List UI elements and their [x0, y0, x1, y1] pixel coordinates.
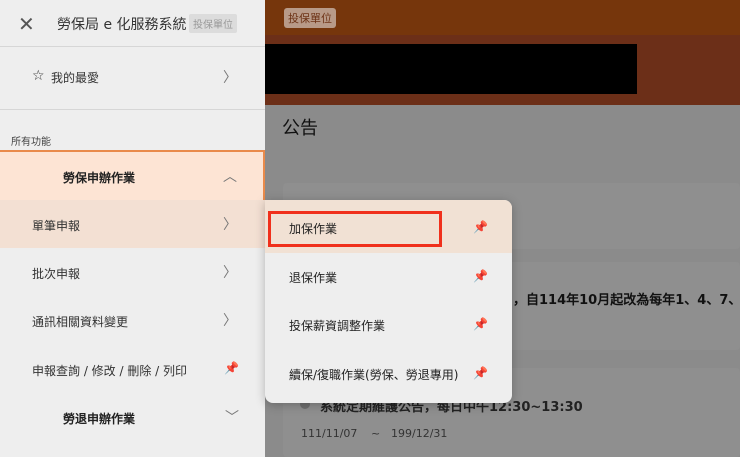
sidebar-item-contact-change[interactable]: 通訊相關資料變更 〉	[0, 296, 265, 344]
chevron-down-icon: ﹀	[225, 410, 239, 426]
pin-icon[interactable]: 📌	[473, 220, 488, 234]
role-badge: 投保單位	[189, 14, 237, 33]
sidebar-item-single-report[interactable]: 單筆申報 〉	[0, 200, 265, 248]
submenu-popup: 加保作業 📌 退保作業 📌 投保薪資調整作業 📌 續保/復職作業(勞保、勞退專用…	[265, 200, 512, 403]
favorites-item[interactable]: ☆ 我的最愛 〉	[0, 47, 265, 110]
star-icon: ☆	[32, 68, 45, 84]
role-badge: 投保單位	[284, 8, 336, 28]
banner	[265, 35, 740, 105]
section-label: 所有功能	[11, 137, 51, 148]
pin-icon[interactable]: 📌	[224, 361, 239, 375]
pin-icon[interactable]: 📌	[473, 366, 488, 380]
submenu-item-add-insurance[interactable]: 加保作業 📌	[265, 200, 512, 253]
sidebar-item-report-query[interactable]: 申報查詢 / 修改 / 刪除 / 列印 📌	[0, 345, 265, 393]
chevron-right-icon: 〉	[223, 70, 237, 86]
app-title: 勞保局 e 化服務系統	[57, 17, 187, 33]
chevron-right-icon: 〉	[223, 313, 237, 329]
redacted-block	[265, 44, 637, 94]
sidebar-section-labor-pension[interactable]: 勞退申辦作業 ﹀	[0, 393, 265, 441]
page-title: 公告	[282, 118, 318, 139]
sidebar-item-batch-report[interactable]: 批次申報 〉	[0, 248, 265, 296]
chevron-right-icon: 〉	[223, 217, 237, 233]
close-icon[interactable]: ✕	[18, 12, 35, 36]
submenu-item-continue-insurance[interactable]: 續保/復職作業(勞保、勞退專用) 📌	[265, 350, 512, 398]
submenu-item-salary-adjust[interactable]: 投保薪資調整作業 📌	[265, 301, 512, 349]
sidebar-header: ✕ 勞保局 e 化服務系統 投保單位	[0, 0, 265, 47]
pin-icon[interactable]: 📌	[473, 269, 488, 283]
pin-icon[interactable]: 📌	[473, 317, 488, 331]
sidebar-section-labor-insurance[interactable]: 勞保申辦作業 ︿	[0, 150, 265, 200]
submenu-item-withdraw-insurance[interactable]: 退保作業 📌	[265, 253, 512, 301]
chevron-up-icon: ︿	[223, 169, 237, 185]
sidebar: ✕ 勞保局 e 化服務系統 投保單位 ☆ 我的最愛 〉 所有功能 勞保申辦作業 …	[0, 0, 265, 457]
top-bar: 投保單位	[265, 0, 740, 35]
chevron-right-icon: 〉	[223, 265, 237, 281]
